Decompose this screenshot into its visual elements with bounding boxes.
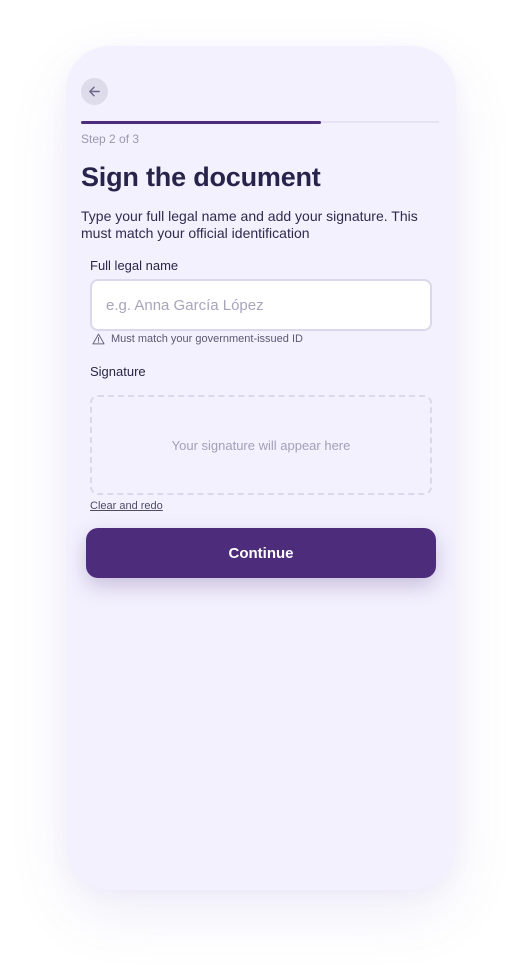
page-stage: Step 2 of 3 Sign the document Type your … xyxy=(0,0,522,976)
back-button[interactable] xyxy=(81,78,108,105)
signature-placeholder: Your signature will appear here xyxy=(171,437,351,453)
arrow-left-icon xyxy=(87,84,102,99)
name-hint-text: Must match your government-issued ID xyxy=(111,333,303,345)
warning-icon xyxy=(92,333,105,345)
name-field-label: Full legal name xyxy=(90,258,179,273)
step-indicator: Step 2 of 3 xyxy=(81,132,140,146)
clear-signature-link[interactable]: Clear and redo xyxy=(90,500,163,512)
name-hint: Must match your government-issued ID xyxy=(92,333,303,345)
progress-fill xyxy=(81,120,321,124)
progress-bar xyxy=(81,120,439,124)
continue-button[interactable]: Continue xyxy=(86,528,436,578)
page-title: Sign the document xyxy=(81,162,321,192)
signature-pad[interactable]: Your signature will appear here xyxy=(90,395,432,495)
phone-screen: Step 2 of 3 Sign the document Type your … xyxy=(66,46,456,890)
full-name-input[interactable] xyxy=(90,279,432,331)
signature-field-label: Signature xyxy=(90,364,146,379)
page-description: Type your full legal name and add your s… xyxy=(81,208,418,241)
